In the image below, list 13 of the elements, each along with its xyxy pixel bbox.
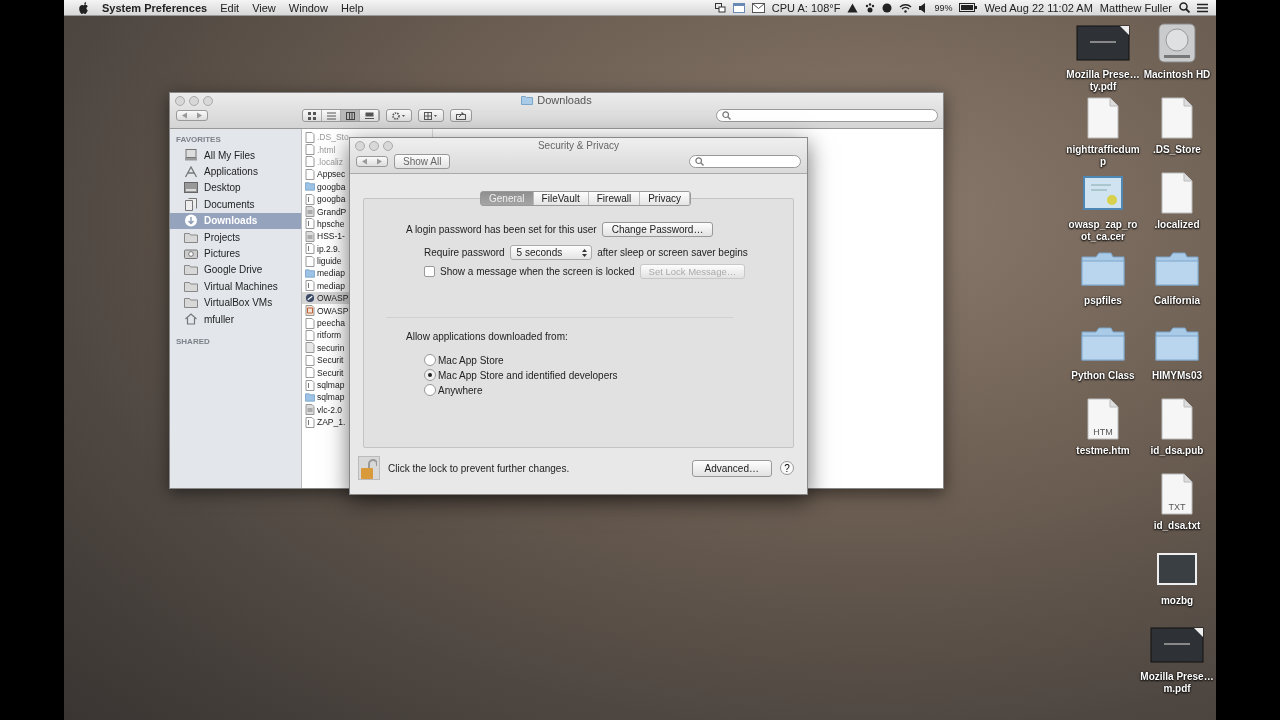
radio-label: Mac App Store and identified developers bbox=[438, 369, 618, 381]
section-heading: SHARED bbox=[175, 337, 211, 347]
window-title: Security & Privacy bbox=[537, 139, 620, 151]
lock-hint-text: Click the lock to prevent further changes. bbox=[388, 462, 570, 474]
window-title: Downloads bbox=[537, 94, 592, 106]
allow-apps-heading: Allow applications downloaded from: bbox=[406, 331, 569, 342]
require-password-label: Require password bbox=[424, 247, 505, 258]
require-password-suffix: after sleep or screen saver begins bbox=[597, 247, 748, 258]
radio-label: Mac App Store bbox=[438, 354, 504, 366]
radio-label: Anywhere bbox=[438, 384, 483, 396]
login-password-label: A login password has been set for this user bbox=[406, 224, 597, 235]
checkbox-label: Show a message when the screen is locked bbox=[440, 266, 635, 277]
section-heading: FAVORITES bbox=[175, 135, 222, 144]
